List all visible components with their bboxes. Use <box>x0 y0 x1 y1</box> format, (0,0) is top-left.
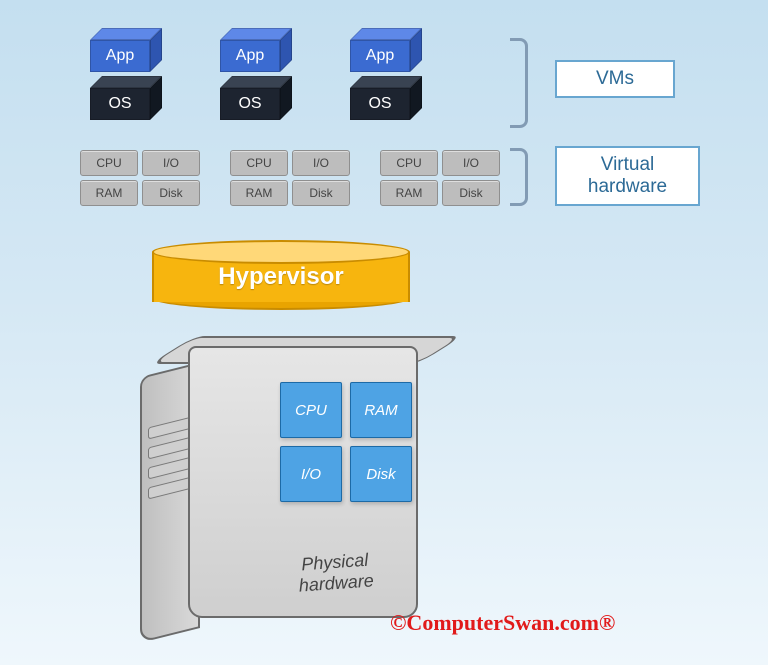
legend-virtual-hardware: Virtual hardware <box>555 146 700 206</box>
bracket-vhw-icon <box>510 148 528 206</box>
vhw-disk-chip: Disk <box>442 180 500 206</box>
physical-tower: CPU RAM I/O Disk Physical hardware <box>130 332 440 630</box>
vm-stack: App OS <box>350 28 422 124</box>
legend-vhw-line1: Virtual <box>601 154 655 175</box>
app-cube-label: App <box>220 40 280 72</box>
vhw-disk-chip: Disk <box>142 180 200 206</box>
os-cube-label: OS <box>350 88 410 120</box>
vhw-ram-chip: RAM <box>380 180 438 206</box>
vhw-ram-chip: RAM <box>230 180 288 206</box>
vhw-io-chip: I/O <box>292 150 350 176</box>
os-cube: OS <box>220 76 292 120</box>
vhw-ram-chip: RAM <box>80 180 138 206</box>
os-cube-label: OS <box>220 88 280 120</box>
vm-stacks: App OS App OS App OS <box>90 28 422 124</box>
app-cube: App <box>220 28 292 72</box>
virtual-hardware-group: CPU I/O RAM Disk <box>80 150 200 206</box>
phys-label-line2: hardware <box>298 570 374 595</box>
vm-stack: App OS <box>220 28 292 124</box>
tower-vents-icon <box>148 417 192 500</box>
vhw-cpu-chip: CPU <box>230 150 288 176</box>
os-cube: OS <box>350 76 422 120</box>
virtual-hardware-group: CPU I/O RAM Disk <box>380 150 500 206</box>
hypervisor-cylinder: Hypervisor <box>152 240 410 310</box>
app-cube-label: App <box>350 40 410 72</box>
app-cube: App <box>350 28 422 72</box>
app-cube: App <box>90 28 162 72</box>
os-cube: OS <box>90 76 162 120</box>
hw-disk-chip: Disk <box>350 446 412 502</box>
bracket-vms-icon <box>510 38 528 128</box>
physical-hardware-label: Physical hardware <box>297 549 375 596</box>
virtual-hardware-row: CPU I/O RAM Disk CPU I/O RAM Disk CPU I/… <box>80 150 500 206</box>
vhw-cpu-chip: CPU <box>80 150 138 176</box>
legend-vms: VMs <box>555 60 675 98</box>
legend-vhw-line2: hardware <box>588 176 667 197</box>
vhw-cpu-chip: CPU <box>380 150 438 176</box>
virtual-hardware-group: CPU I/O RAM Disk <box>230 150 350 206</box>
vhw-io-chip: I/O <box>442 150 500 176</box>
hw-io-chip: I/O <box>280 446 342 502</box>
vm-stack: App OS <box>90 28 162 124</box>
credit-text: ©ComputerSwan.com® <box>390 610 615 636</box>
physical-hw-grid: CPU RAM I/O Disk <box>280 382 412 502</box>
app-cube-label: App <box>90 40 150 72</box>
hw-cpu-chip: CPU <box>280 382 342 438</box>
vhw-io-chip: I/O <box>142 150 200 176</box>
hw-ram-chip: RAM <box>350 382 412 438</box>
os-cube-label: OS <box>90 88 150 120</box>
vhw-disk-chip: Disk <box>292 180 350 206</box>
